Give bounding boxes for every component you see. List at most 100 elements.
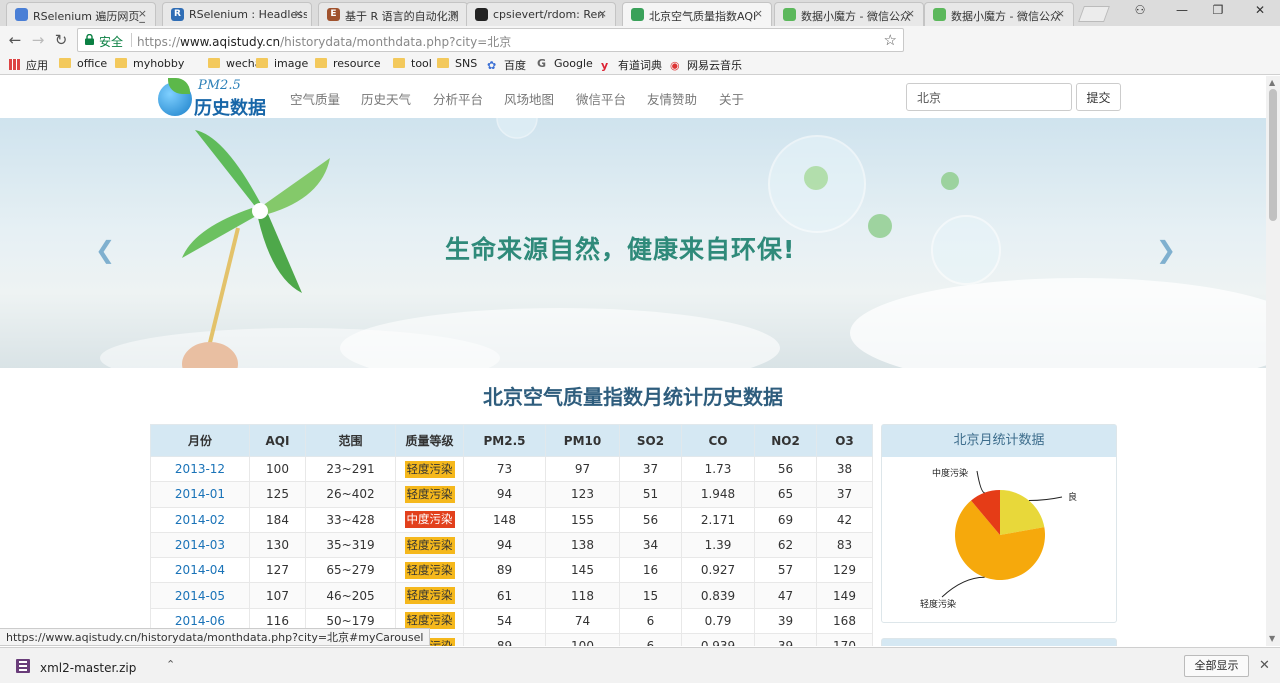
bookmark-item[interactable]: 应用 (9, 57, 48, 73)
table-cell: 107 (249, 582, 306, 609)
account-icon[interactable]: ⚇ (1130, 3, 1150, 21)
table-cell: 73 (463, 455, 546, 483)
submit-button[interactable]: 提交 (1076, 83, 1121, 111)
table-body: 2013-12 100 23~291 轻度污染 73 97 37 1.73 56 38 2014-0… (150, 455, 873, 646)
month-link[interactable]: 2014-02 (150, 506, 250, 533)
browser-toolbar: ← → ↻ 安全 https://www.aqistudy.cn/history… (0, 26, 1280, 72)
month-link[interactable]: 2014-04 (150, 557, 250, 584)
scroll-up-icon[interactable]: ▲ (1269, 78, 1275, 87)
bookmark-item[interactable]: G Google (537, 57, 593, 70)
bookmark-item[interactable]: SNS (437, 57, 477, 70)
month-link[interactable]: 2013-12 (150, 455, 250, 483)
reload-button[interactable]: ↻ (51, 30, 71, 50)
browser-tab[interactable]: 数据小魔方 - 微信公众 × (774, 2, 924, 26)
column-header[interactable]: PM10 (545, 424, 620, 457)
column-header[interactable]: AQI (249, 424, 306, 457)
table-cell: 37 (619, 455, 682, 483)
column-header[interactable]: O3 (816, 424, 873, 457)
table-cell: 轻度污染 (395, 557, 464, 584)
minimize-button[interactable]: — (1172, 3, 1192, 21)
address-bar[interactable]: 安全 https://www.aqistudy.cn/historydata/m… (77, 28, 904, 52)
site-nav-link[interactable]: 友情赞助 (647, 89, 697, 108)
scroll-down-icon[interactable]: ▼ (1269, 634, 1275, 643)
site-nav-link[interactable]: 历史天气 (361, 89, 411, 108)
tab-close-icon[interactable]: × (450, 7, 459, 20)
table-cell: 89 (463, 557, 546, 584)
browser-tab[interactable]: 数据小魔方 - 微信公众 × (924, 2, 1074, 26)
download-options-chevron-icon[interactable]: ⌃ (166, 658, 175, 671)
column-header[interactable]: PM2.5 (463, 424, 546, 457)
browser-tab[interactable]: R RSelenium : Headless × (162, 2, 312, 26)
table-cell: 轻度污染 (395, 531, 464, 559)
month-link[interactable]: 2014-03 (150, 531, 250, 559)
site-nav-link[interactable]: 关于 (719, 89, 744, 108)
column-header[interactable]: SO2 (619, 424, 682, 457)
table-row: 2014-04 127 65~279 轻度污染 89 145 16 0.927 57 129 (150, 557, 873, 584)
column-header[interactable]: 质量等级 (395, 424, 464, 457)
bookmark-item[interactable]: resource (315, 57, 381, 70)
monthly-stats-panel-title: 北京月统计数据 (882, 425, 1116, 457)
browser-tab[interactable]: RSelenium 遍历网页_ × (6, 2, 156, 26)
bookmark-item[interactable]: office (59, 57, 107, 70)
bookmark-label: myhobby (133, 57, 185, 70)
table-cell: 51 (619, 481, 682, 508)
month-link[interactable]: 2014-01 (150, 481, 250, 508)
browser-tab[interactable]: E 基于 R 语言的自动化测 × (318, 2, 468, 26)
table-cell: 170 (816, 633, 873, 646)
table-cell: 轻度污染 (395, 481, 464, 508)
tab-close-icon[interactable]: × (138, 7, 147, 20)
bookmark-label: image (274, 57, 309, 70)
forward-button[interactable]: → (28, 30, 48, 50)
site-nav-link[interactable]: 风场地图 (504, 89, 554, 108)
site-nav-link[interactable]: 分析平台 (433, 89, 483, 108)
url-path: /historydata/monthdata.php?city=北京 (280, 35, 512, 49)
monthly-aqi-table: 月份 AQI 范围 质量等级 PM2.5 PM10 SO2 CO NO2 O3 2013-12 10… (150, 424, 873, 646)
table-cell: 1.73 (681, 455, 755, 483)
table-row: 2014-03 130 35~319 轻度污染 94 138 34 1.39 62 83 (150, 531, 873, 559)
download-filename[interactable]: xml2-master.zip (40, 661, 136, 675)
site-nav-link[interactable]: 微信平台 (576, 89, 626, 108)
tab-active[interactable]: 北京空气质量指数AQI × (622, 2, 772, 26)
month-link[interactable]: 2014-05 (150, 582, 250, 609)
show-all-downloads-button[interactable]: 全部显示 (1184, 655, 1249, 677)
bookmark-item[interactable]: tool (393, 57, 432, 70)
pie-slice[interactable] (1000, 490, 1045, 535)
tab-close-icon[interactable]: × (906, 7, 915, 20)
column-header[interactable]: 范围 (305, 424, 396, 457)
new-tab-button[interactable] (1078, 6, 1110, 22)
carousel-next-arrow-icon[interactable]: ❯ (1156, 236, 1176, 264)
pie-label-leader (1028, 496, 1063, 502)
tab-close-icon[interactable]: × (294, 7, 303, 20)
bookmark-item[interactable]: ◉ 网易云音乐 (670, 57, 742, 73)
close-window-button[interactable]: ✕ (1250, 3, 1270, 21)
table-cell: 184 (249, 506, 306, 533)
maximize-button[interactable]: ❐ (1208, 3, 1228, 21)
site-logo[interactable]: PM2.5 历史数据 (158, 78, 270, 119)
bookmark-item[interactable]: ✿ 百度 (487, 57, 526, 73)
scrollbar-thumb[interactable] (1269, 89, 1277, 221)
tab-close-icon[interactable]: × (754, 7, 763, 20)
browser-tab[interactable]: cpsievert/rdom: Ren × (466, 2, 616, 26)
tab-close-icon[interactable]: × (1056, 7, 1065, 20)
city-search-input[interactable] (906, 83, 1072, 111)
back-button[interactable]: ← (5, 30, 25, 50)
bookmark-item[interactable]: y 有道词典 (601, 57, 662, 73)
bookmark-item[interactable]: image (256, 57, 308, 70)
close-download-shelf-icon[interactable]: ✕ (1259, 658, 1270, 673)
column-header[interactable]: CO (681, 424, 755, 457)
bookmark-label: 网易云音乐 (687, 59, 742, 72)
bookmark-item[interactable]: myhobby (115, 57, 184, 70)
carousel-prev-arrow-icon[interactable]: ❮ (95, 236, 115, 264)
site-favicon-icon: G (537, 57, 547, 70)
address-url[interactable]: https://www.aqistudy.cn/historydata/mont… (137, 33, 511, 50)
table-cell: 34 (619, 531, 682, 559)
tab-close-icon[interactable]: × (598, 7, 607, 20)
page-scrollbar[interactable]: ▲ ▼ (1266, 76, 1280, 646)
column-header[interactable]: 月份 (150, 424, 250, 457)
tab-favicon-icon (15, 8, 28, 21)
table-cell: 130 (249, 531, 306, 559)
bookmark-star-icon[interactable]: ☆ (884, 31, 897, 49)
site-nav-link[interactable]: 空气质量 (290, 89, 340, 108)
tab-favicon-icon (933, 8, 946, 21)
column-header[interactable]: NO2 (754, 424, 817, 457)
